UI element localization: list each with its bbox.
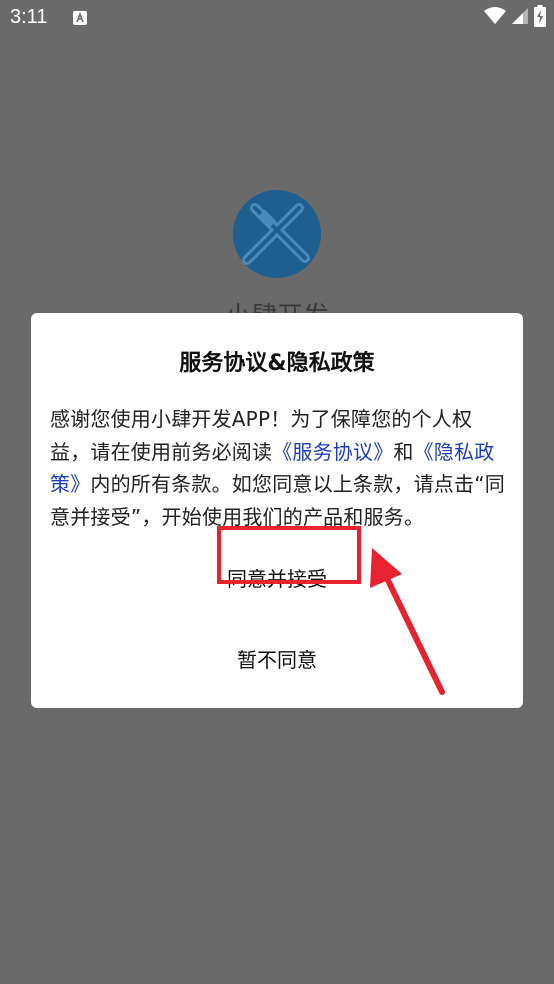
dialog-title: 服务协议&隐私政策: [179, 351, 375, 376]
signal-icon: [512, 7, 528, 29]
app-logo: [233, 190, 321, 278]
body-text-3: 内的所有条款。如您同意以上条款，请点击“同意并接受”，开始使用我们的产品和服务。: [50, 472, 505, 529]
notification-a-icon: [73, 10, 87, 25]
service-agreement-link[interactable]: 《服务协议》: [272, 440, 393, 464]
status-icons: [484, 5, 546, 31]
screen: 3:11 服务协议&隐私政策 感谢您使用小肆开发APP！为了保障您的个人权益，请…: [0, 0, 554, 984]
annotation-highlight-box: [217, 526, 361, 584]
wifi-icon: [484, 7, 506, 29]
dialog-body: 感谢您使用小肆开发APP！为了保障您的个人权益，请在使用前务必阅读《服务协议》和…: [50, 403, 506, 533]
annotation-arrow-icon: [370, 548, 445, 695]
status-bar: 3:11: [0, 0, 554, 36]
battery-icon: [534, 5, 546, 31]
status-time: 3:11: [10, 6, 48, 28]
body-text-2: 和: [393, 439, 414, 464]
